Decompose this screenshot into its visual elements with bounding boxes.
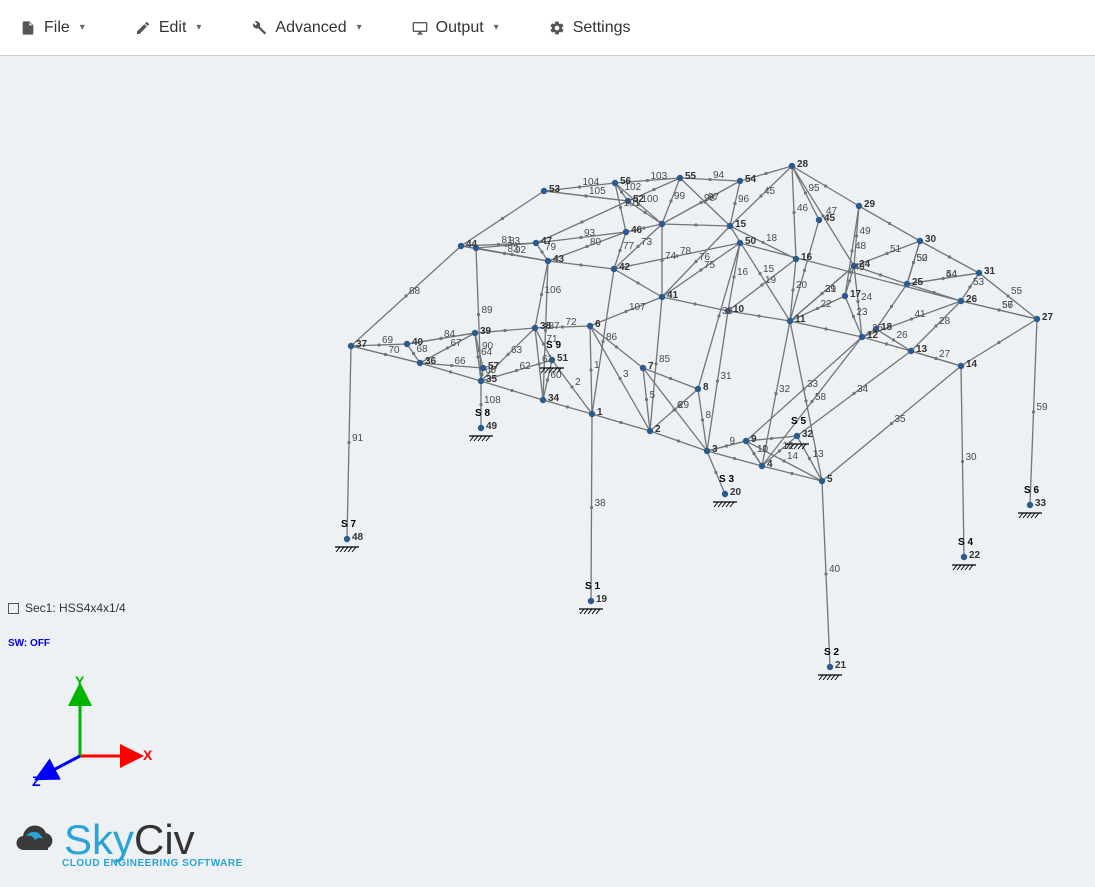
brand-name: SkyCiv: [64, 816, 195, 864]
section-legend: Sec1: HSS4x4x1/4: [8, 601, 126, 615]
menu-advanced-label: Advanced: [275, 19, 346, 37]
chevron-down-icon: ▾: [80, 22, 85, 33]
self-weight-status: SW: OFF: [8, 638, 50, 649]
svg-text:Z: Z: [32, 773, 41, 789]
menu-file-label: File: [44, 19, 70, 37]
model-viewport[interactable]: Sec1: HSS4x4x1/4 SW: OFF X Y Z SkyCiv CL…: [0, 56, 1095, 887]
menu-output-label: Output: [436, 19, 484, 37]
svg-text:Y: Y: [75, 676, 85, 689]
menu-output[interactable]: Output ▾: [406, 15, 505, 41]
axis-triad: X Y Z: [30, 676, 170, 796]
brand-tagline: CLOUD ENGINEERING SOFTWARE: [62, 858, 243, 869]
menu-settings[interactable]: Settings: [543, 15, 637, 41]
menu-settings-label: Settings: [573, 19, 631, 37]
pencil-icon: [135, 20, 151, 36]
section-legend-label: Sec1: HSS4x4x1/4: [25, 601, 126, 615]
monitor-icon: [412, 20, 428, 36]
gear-icon: [549, 20, 565, 36]
menu-file[interactable]: File ▾: [14, 15, 91, 41]
section-swatch: [8, 603, 19, 614]
file-icon: [20, 20, 36, 36]
menu-edit-label: Edit: [159, 19, 187, 37]
cloud-icon: [10, 820, 58, 860]
skyciv-logo: SkyCiv CLOUD ENGINEERING SOFTWARE: [10, 816, 243, 869]
chevron-down-icon: ▾: [196, 22, 201, 33]
wrench-icon: [251, 20, 267, 36]
menu-advanced[interactable]: Advanced ▾: [245, 15, 367, 41]
chevron-down-icon: ▾: [357, 22, 362, 33]
chevron-down-icon: ▾: [494, 22, 499, 33]
main-toolbar: File ▾ Edit ▾ Advanced ▾ Output ▾ Settin…: [0, 0, 1095, 56]
menu-edit[interactable]: Edit ▾: [129, 15, 208, 41]
svg-text:X: X: [143, 747, 153, 763]
